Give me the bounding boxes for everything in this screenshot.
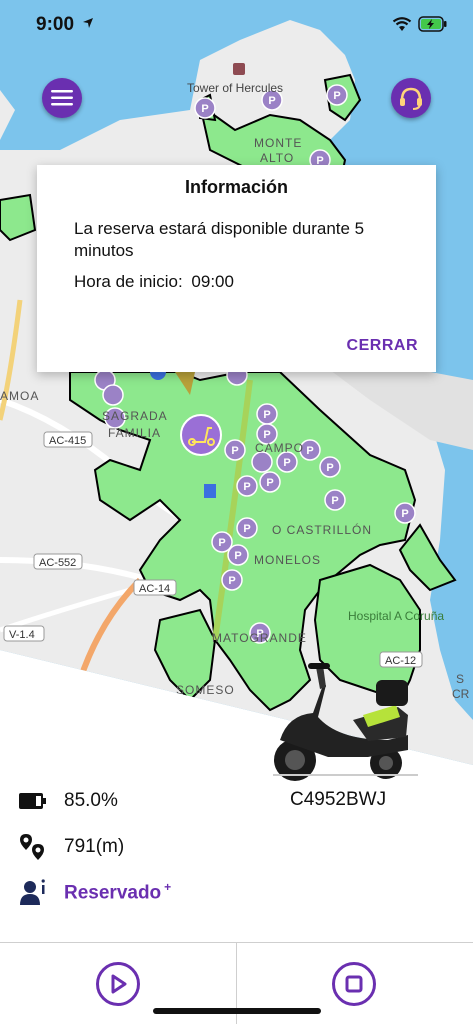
battery-row: 85.0%: [18, 786, 118, 816]
parking-letter: P: [331, 495, 338, 507]
stop-icon: [345, 975, 363, 993]
parking-letter: P: [231, 445, 238, 457]
parking-letter: P: [263, 409, 270, 421]
parking-letter: P: [266, 477, 273, 489]
parking-letter: P: [333, 90, 340, 102]
parking-letter: P: [228, 575, 235, 587]
distance-row: 791(m): [18, 832, 124, 862]
parking-letter: P: [201, 103, 208, 115]
map-label: SOMESO: [176, 683, 235, 697]
map-label: ALTO: [260, 151, 294, 165]
parking-letter: P: [326, 462, 333, 474]
map-label: MATOGRANDE: [212, 631, 307, 645]
scooter-marker[interactable]: [180, 414, 222, 456]
status-text: Reservado: [64, 882, 162, 904]
parking-letter: P: [306, 445, 313, 457]
user-info-icon: [18, 877, 48, 907]
home-indicator: [153, 1008, 321, 1014]
map-label: CR: [452, 687, 470, 701]
road-label: AC-14: [139, 583, 170, 595]
parking-letter: P: [234, 550, 241, 562]
road-label: AC-415: [49, 435, 86, 447]
battery-charging-icon: [418, 16, 447, 32]
parking-letter: P: [268, 95, 275, 107]
parking-letter: P: [243, 523, 250, 535]
status-bar: 9:00: [0, 0, 473, 50]
location-arrow-icon: [83, 18, 93, 28]
support-button[interactable]: [391, 78, 431, 118]
map-label: SAGRADA: [102, 409, 168, 423]
parking-marker[interactable]: [102, 384, 124, 406]
start-ride-button[interactable]: [96, 962, 140, 1006]
scooter-image: [273, 663, 418, 781]
parking-letter: P: [263, 429, 270, 441]
start-time-label: Hora de inicio:: [74, 272, 183, 291]
parking-letter: P: [243, 481, 250, 493]
menu-icon: [51, 90, 73, 106]
wifi-icon: [392, 17, 412, 31]
close-button[interactable]: CERRAR: [347, 337, 418, 355]
play-icon: [111, 974, 127, 994]
map-label: Tower of Hercules: [187, 81, 283, 95]
start-time-value: 09:00: [191, 272, 234, 291]
map-label: MONTE: [254, 136, 302, 150]
distance-value: 791(m): [64, 836, 125, 857]
parking-letter: P: [401, 508, 408, 520]
info-dialog: Información La reserva estará disponible…: [37, 165, 436, 372]
dialog-title: Información: [184, 177, 288, 197]
map-label: O CASTRILLÓN: [272, 522, 372, 537]
dialog-message: La reserva estará disponible durante 5 m…: [74, 219, 365, 260]
parking-letter: P: [283, 457, 290, 469]
map-label: FAMILIA: [108, 426, 161, 440]
map-label: Hospital A Coruña: [348, 609, 444, 623]
route-pin-icon: [18, 832, 48, 862]
map-label: CAMPO: [255, 441, 304, 455]
map-label: S: [456, 672, 464, 686]
map-label: MONELOS: [254, 553, 321, 567]
parking-letter: P: [218, 537, 225, 549]
parking-marker[interactable]: [251, 451, 273, 473]
road-label: AC-552: [39, 557, 76, 569]
status-mark: +: [164, 879, 172, 894]
start-time-row: Hora de inicio: 09:00: [74, 272, 234, 292]
vehicle-plate: C4952BWJ: [290, 789, 387, 810]
bus-stop-icon: [204, 484, 216, 498]
battery-icon: [18, 786, 48, 816]
status-value: Reservado +: [64, 880, 171, 904]
status-row: Reservado +: [18, 877, 171, 907]
menu-button[interactable]: [42, 78, 82, 118]
road-label: V-1.4: [9, 629, 35, 641]
map-label: AMOA: [0, 389, 39, 403]
battery-value: 85.0%: [64, 790, 118, 811]
status-time: 9:00: [36, 14, 75, 35]
landmark-icon: [233, 63, 245, 75]
stop-ride-button[interactable]: [332, 962, 376, 1006]
headset-icon: [400, 87, 422, 110]
